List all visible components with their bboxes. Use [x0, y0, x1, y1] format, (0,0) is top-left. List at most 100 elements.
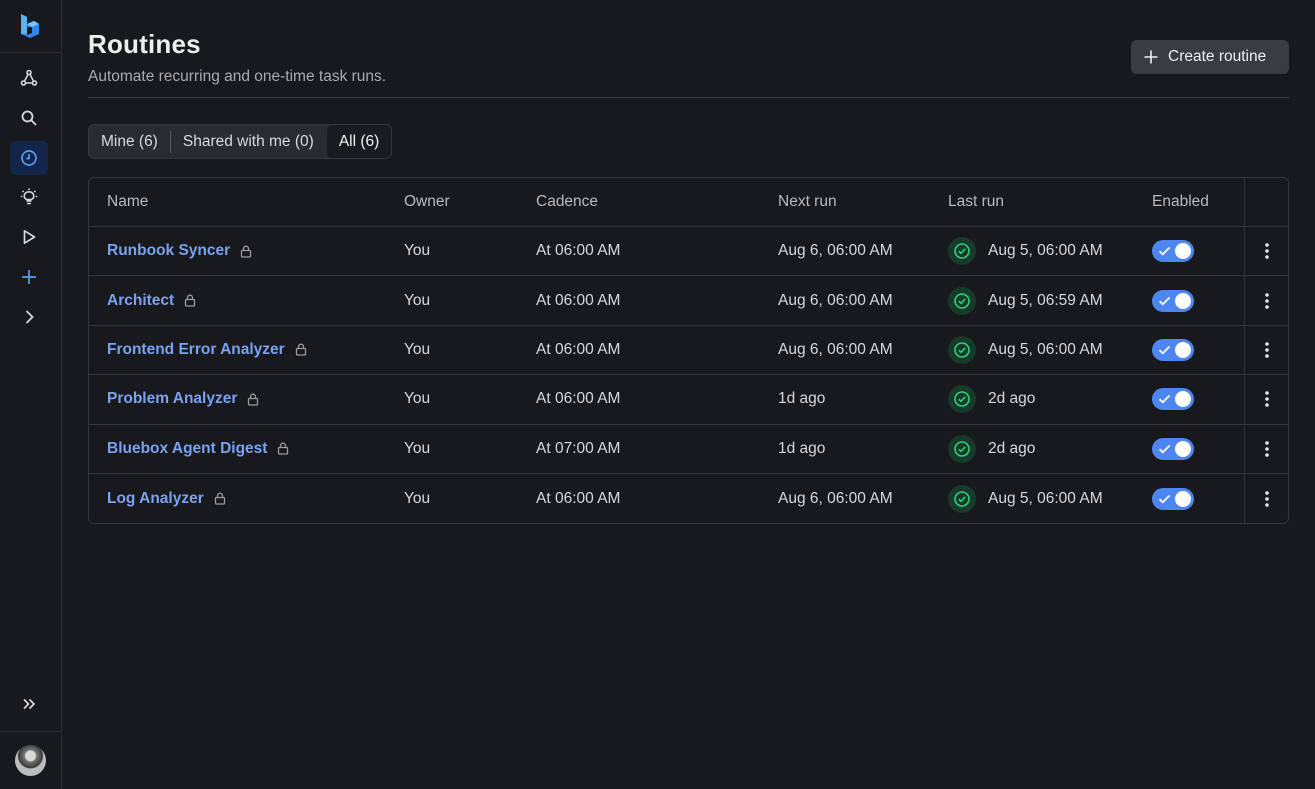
sidebar-item-search[interactable]	[10, 101, 48, 135]
routine-owner: You	[404, 489, 431, 507]
table-row: Problem Analyzer You At 06:00 AM 1d ago …	[89, 375, 1288, 425]
success-icon	[948, 237, 976, 266]
routine-name-link[interactable]: Architect	[107, 292, 174, 310]
table-header: Name Owner Cadence Next run Last run Ena…	[89, 178, 1288, 227]
routine-name-link[interactable]: Frontend Error Analyzer	[107, 341, 285, 359]
toggle-knob	[1175, 490, 1191, 507]
filter-mine[interactable]: Mine (6)	[89, 125, 170, 158]
check-icon	[1158, 296, 1171, 306]
toggle-knob	[1175, 243, 1191, 260]
routine-owner: You	[404, 439, 431, 457]
sidebar-item-new[interactable]	[10, 260, 48, 294]
routine-next-run: Aug 6, 06:00 AM	[778, 340, 893, 358]
more-options-icon[interactable]	[1259, 390, 1275, 408]
check-icon	[1158, 444, 1171, 454]
routine-last-run: Aug 5, 06:00 AM	[988, 489, 1103, 507]
avatar[interactable]	[15, 745, 46, 776]
enabled-toggle[interactable]	[1152, 289, 1194, 312]
sidebar-divider	[0, 52, 61, 53]
routine-last-run: 2d ago	[988, 390, 1036, 408]
toggle-knob	[1175, 440, 1191, 457]
page-subtitle: Automate recurring and one-time task run…	[88, 68, 387, 85]
sidebar-item-routines[interactable]	[10, 141, 48, 175]
routine-cadence: At 07:00 AM	[536, 439, 621, 457]
table-body: Runbook Syncer You At 06:00 AM Aug 6, 06…	[89, 227, 1288, 523]
more-options-icon[interactable]	[1259, 292, 1275, 310]
header-owner[interactable]: Owner	[404, 178, 450, 226]
header-name[interactable]: Name	[107, 178, 148, 226]
header-divider	[88, 97, 1289, 98]
routine-next-run: 1d ago	[778, 390, 826, 408]
table-row: Bluebox Agent Digest You At 07:00 AM 1d …	[89, 425, 1288, 474]
lock-icon	[295, 344, 306, 357]
filter-shared[interactable]: Shared with me (0)	[171, 125, 326, 158]
lock-icon	[248, 393, 259, 406]
clock-icon	[21, 150, 37, 166]
app-logo[interactable]	[19, 13, 41, 39]
routine-owner: You	[404, 390, 431, 408]
sidebar-item-workflows[interactable]	[10, 61, 48, 95]
filter-all[interactable]: All (6)	[326, 125, 392, 158]
routines-table: Name Owner Cadence Next run Last run Ena…	[88, 177, 1289, 524]
routine-last-run: Aug 5, 06:59 AM	[988, 291, 1103, 309]
more-options-icon[interactable]	[1259, 341, 1275, 359]
routine-cadence: At 06:00 AM	[536, 291, 621, 309]
lock-icon	[241, 245, 252, 258]
sidebar-divider-bottom	[0, 731, 61, 732]
header-cadence[interactable]: Cadence	[536, 178, 598, 226]
routine-name-link[interactable]: Runbook Syncer	[107, 242, 230, 260]
routine-last-run: Aug 5, 06:00 AM	[988, 242, 1103, 260]
routine-name-link[interactable]: Bluebox Agent Digest	[107, 440, 267, 458]
enabled-toggle[interactable]	[1152, 338, 1194, 361]
check-icon	[1158, 247, 1171, 256]
toggle-knob	[1175, 391, 1191, 408]
success-icon	[948, 286, 976, 315]
routine-cadence: At 06:00 AM	[536, 340, 621, 358]
toggle-knob	[1175, 292, 1191, 309]
success-icon	[948, 335, 976, 364]
routine-cadence: At 06:00 AM	[536, 242, 621, 260]
lock-icon	[278, 442, 289, 455]
success-icon	[948, 434, 976, 463]
more-options-icon[interactable]	[1259, 440, 1275, 458]
check-icon	[1158, 345, 1171, 355]
more-options-icon[interactable]	[1259, 242, 1275, 260]
sidebar-item-more[interactable]	[10, 300, 48, 334]
create-routine-button[interactable]: Create routine	[1131, 40, 1289, 74]
routine-next-run: Aug 6, 06:00 AM	[778, 242, 893, 260]
routine-cadence: At 06:00 AM	[536, 489, 621, 507]
routine-name-link[interactable]: Problem Analyzer	[107, 390, 237, 408]
more-options-icon[interactable]	[1259, 490, 1275, 508]
success-icon	[948, 385, 976, 414]
sidebar-expand-button[interactable]	[10, 687, 48, 721]
routine-last-run: 2d ago	[988, 439, 1036, 457]
routine-next-run: Aug 6, 06:00 AM	[778, 489, 893, 507]
routine-owner: You	[404, 291, 431, 309]
check-icon	[1158, 494, 1171, 504]
page-title: Routines	[88, 29, 201, 59]
sidebar-item-runs[interactable]	[10, 220, 48, 254]
routine-owner: You	[404, 242, 431, 260]
header-next-run[interactable]: Next run	[778, 178, 837, 226]
workflow-icon	[20, 69, 38, 86]
plus-icon	[22, 270, 36, 284]
routine-name-link[interactable]: Log Analyzer	[107, 490, 204, 508]
table-row: Frontend Error Analyzer You At 06:00 AM …	[89, 326, 1288, 376]
chevron-right-icon	[25, 310, 34, 324]
sidebar-item-insights[interactable]	[10, 180, 48, 214]
header-enabled[interactable]: Enabled	[1152, 178, 1209, 226]
enabled-toggle[interactable]	[1152, 487, 1194, 510]
toggle-knob	[1175, 341, 1191, 358]
double-chevron-right-icon	[23, 698, 36, 710]
table-row: Architect You At 06:00 AM Aug 6, 06:00 A…	[89, 276, 1288, 326]
routine-last-run: Aug 5, 06:00 AM	[988, 340, 1103, 358]
enabled-toggle[interactable]	[1152, 437, 1194, 460]
header-last-run[interactable]: Last run	[948, 178, 1004, 226]
success-icon	[948, 484, 976, 513]
lock-icon	[185, 294, 196, 307]
create-routine-label: Create routine	[1168, 48, 1267, 65]
enabled-toggle[interactable]	[1152, 388, 1194, 411]
enabled-toggle[interactable]	[1152, 240, 1194, 263]
check-icon	[1158, 395, 1171, 404]
routine-owner: You	[404, 340, 431, 358]
